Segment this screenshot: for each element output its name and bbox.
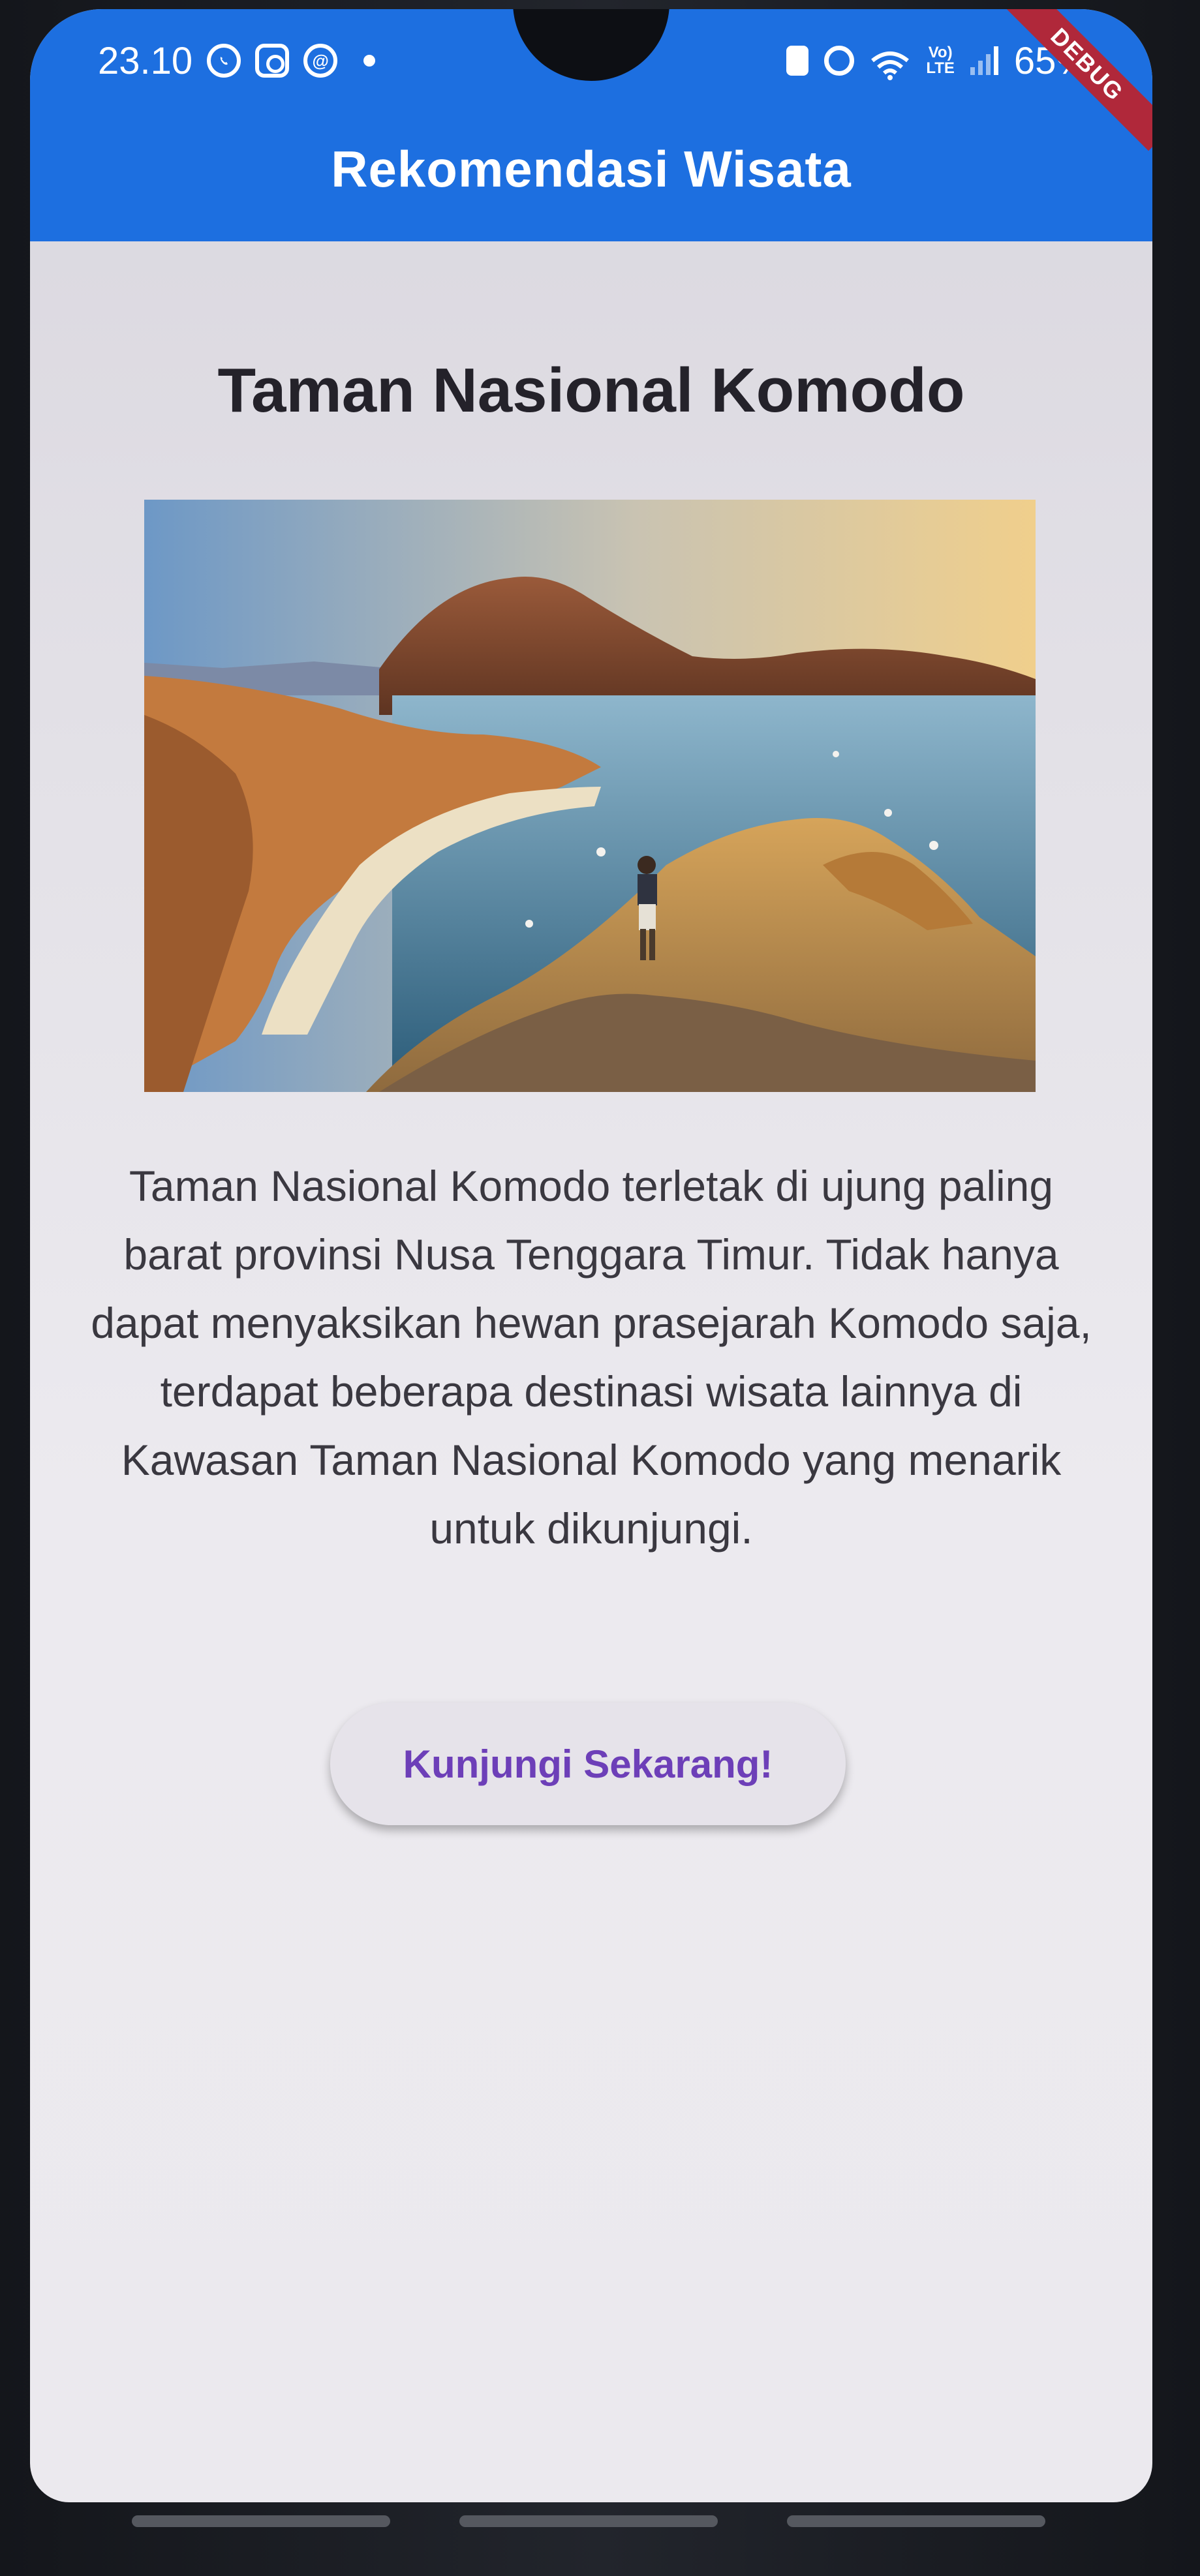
- whatsapp-icon: [207, 44, 241, 78]
- alarm-icon: [824, 46, 855, 76]
- wifi-icon: [870, 46, 910, 80]
- volte-lte-icon: Vo) LTE: [926, 44, 955, 77]
- page-title: Taman Nasional Komodo: [217, 356, 965, 425]
- app-bar-title: Rekomendasi Wisata: [331, 140, 852, 198]
- camera-notch: [513, 9, 669, 81]
- notification-dot-icon: [363, 55, 376, 67]
- status-bar-left: 23.10 @: [98, 37, 376, 85]
- nav-back-hint[interactable]: [787, 2515, 1045, 2527]
- app-bar: 23.10 @ Vo) LTE 65% DEBUG Rekomendasi Wi…: [30, 9, 1152, 241]
- phone-screen: 23.10 @ Vo) LTE 65% DEBUG Rekomendasi Wi…: [30, 9, 1152, 2502]
- nav-recents-hint[interactable]: [132, 2515, 390, 2527]
- visit-now-button[interactable]: Kunjungi Sekarang!: [330, 1703, 846, 1825]
- instagram-icon: [255, 44, 290, 78]
- battery-saver-icon: [786, 46, 809, 76]
- signal-strength-icon: [970, 46, 998, 75]
- threads-icon: @: [303, 44, 338, 78]
- destination-description: Taman Nasional Komodo terletak di ujung …: [91, 1162, 1092, 1553]
- nav-home-hint[interactable]: [459, 2515, 718, 2527]
- status-time: 23.10: [98, 39, 193, 82]
- destination-image: [144, 500, 1036, 1092]
